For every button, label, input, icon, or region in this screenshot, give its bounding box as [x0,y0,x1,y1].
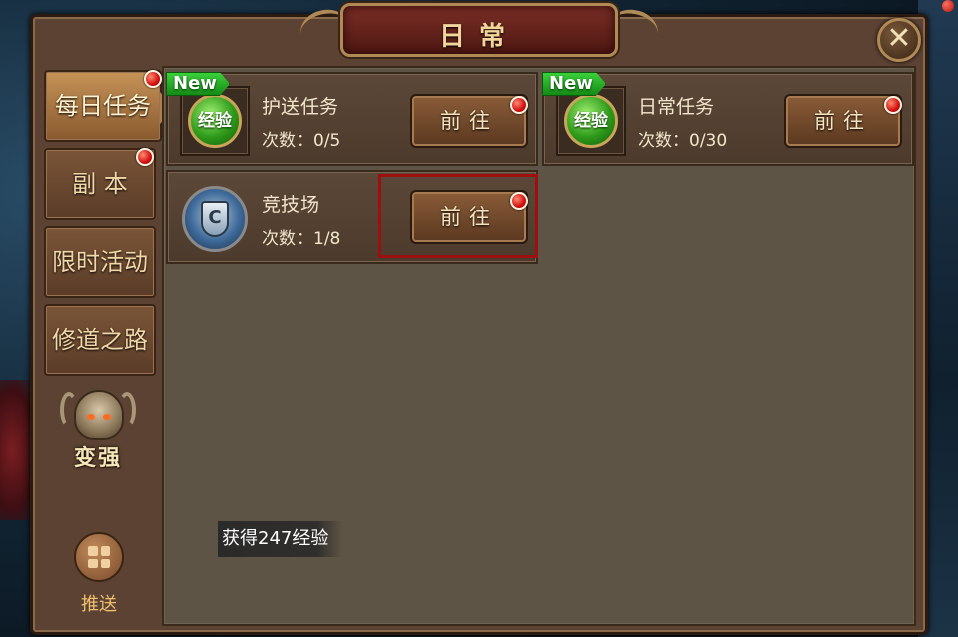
task-name: 护送任务 [262,96,339,118]
task-count: 次数：1/8 [262,229,341,249]
task-name: 竞技场 [262,194,320,216]
alert-dot [510,96,528,114]
tab-label: 副 本 [72,170,128,198]
tab-limited-events[interactable]: 限时活动 [44,226,156,298]
toast-message: 获得247经验 [218,521,342,557]
tab-dungeon[interactable]: 副 本 [44,148,156,220]
window-title: 日常 [438,22,519,52]
push-label: 推送 [81,594,117,615]
skull-eye-right [103,414,111,420]
tab-daily-tasks[interactable]: 每日任务 [44,70,174,142]
tab-cultivation-path[interactable]: 修道之路 [44,304,156,376]
new-badge: New [542,72,606,96]
task-icon-frame: C [180,184,250,254]
task-count: 次数：0/30 [638,131,728,151]
tab-label: 每日任务 [55,92,151,120]
tab-label: 限时活动 [52,248,148,276]
demon-skull-icon [74,390,124,440]
arena-shield-icon: C [182,186,248,252]
title-plate: 日常 [340,3,618,57]
shield-crest-icon: C [201,201,229,237]
category-sidebar: 每日任务 副 本 限时活动 修道之路 变强 推送 [40,66,174,626]
new-badge: New [166,72,230,96]
alert-dot [884,96,902,114]
grid-icon [88,546,110,568]
become-stronger-label: 变强 [73,445,122,471]
task-count: 次数：0/5 [262,131,341,151]
task-icon-frame: 经验 [180,86,250,156]
skull-eye-left [87,414,95,420]
exp-orb-icon: 经验 [564,94,618,148]
task-icon-frame: 经验 [556,86,626,156]
close-button[interactable]: ✕ [877,18,921,62]
exp-orb-icon: 经验 [188,94,242,148]
alert-dot [136,148,154,166]
task-card-escort: 经验 New 护送任务 次数：0/5 前往 [166,72,538,166]
alert-dot [144,70,162,88]
task-card-daily: 经验 New 日常任务 次数：0/30 前往 [542,72,914,166]
guide-highlight-frame [378,174,538,258]
become-stronger-button[interactable]: 变强 [60,388,136,471]
tab-label: 修道之路 [52,326,148,354]
background-red-dot [942,0,954,12]
task-name: 日常任务 [638,96,715,118]
push-button[interactable] [74,532,124,582]
